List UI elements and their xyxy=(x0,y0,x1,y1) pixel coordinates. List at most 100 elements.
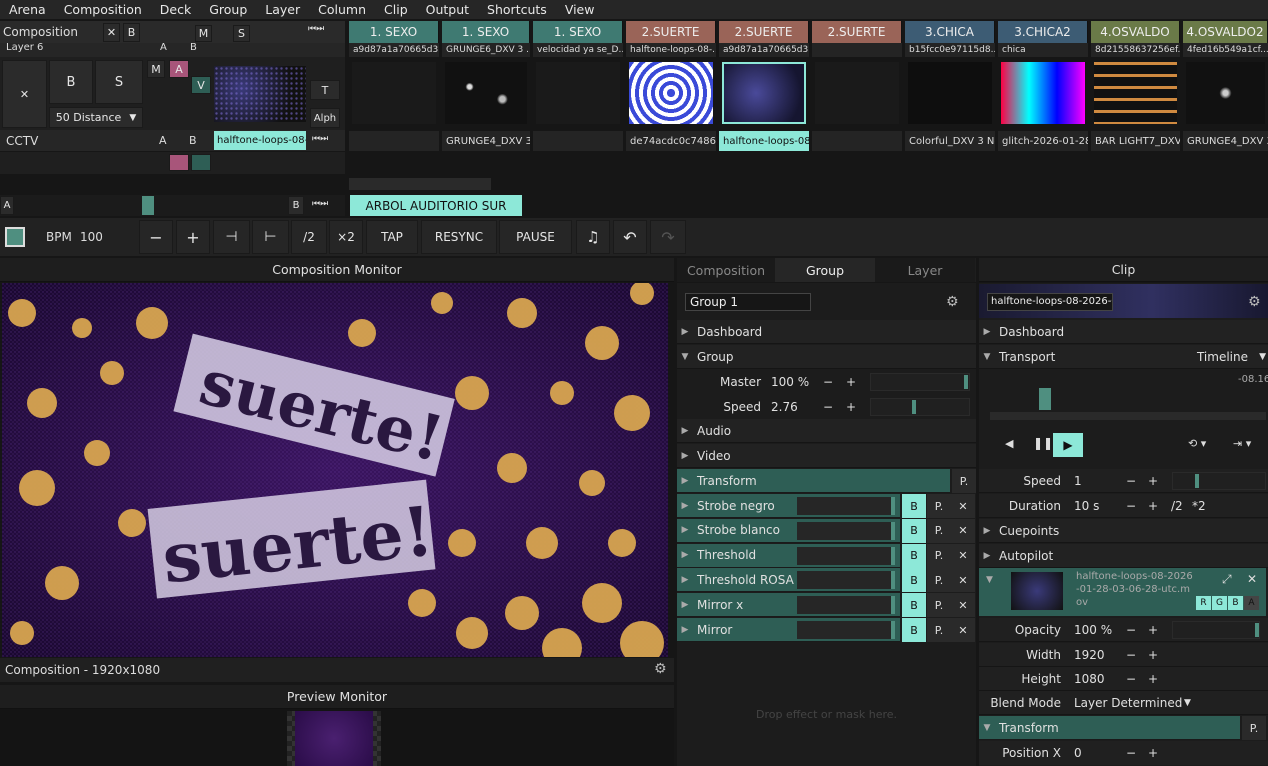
clip-name-7[interactable]: Colorful_DXV 3 No... xyxy=(905,131,995,151)
tap-button[interactable]: TAP xyxy=(366,220,418,254)
effect-preset-button[interactable]: P. xyxy=(927,494,951,518)
bpm-half-button[interactable]: /2 xyxy=(291,220,327,254)
opacity-value[interactable]: 100 % xyxy=(1074,623,1112,637)
tab-layer[interactable]: Layer xyxy=(875,258,975,282)
clip-transform-section[interactable]: ▼ Transform xyxy=(979,716,1240,740)
layer-transition-button[interactable]: T xyxy=(310,80,340,100)
bpm-plus-button[interactable]: + xyxy=(176,220,210,254)
position-x-value[interactable]: 0 xyxy=(1074,746,1082,760)
play-reverse-icon[interactable]: ◀ xyxy=(1005,437,1013,450)
clip-speed-minus[interactable]: − xyxy=(1126,474,1136,488)
clip-name-9[interactable]: BAR LIGHT7_DXV ... xyxy=(1091,131,1180,151)
effect-remove-button[interactable]: ✕ xyxy=(951,494,975,518)
clip-name-6[interactable] xyxy=(812,131,902,151)
bpm-minus-button[interactable]: − xyxy=(139,220,173,254)
column-header-3[interactable]: 1. SEXO xyxy=(533,21,623,43)
crossfader-handle[interactable] xyxy=(142,196,154,215)
effect-bypass-button[interactable]: B xyxy=(902,518,926,543)
menu-deck[interactable]: Deck xyxy=(151,0,200,19)
top-clip-name-10[interactable]: 4fed16b549a1cf... xyxy=(1183,43,1268,57)
layer-v-button[interactable]: V xyxy=(191,76,211,94)
end-mode-icon[interactable]: ⇥ ▾ xyxy=(1233,437,1251,450)
autopilot-section[interactable]: ▶ Autopilot xyxy=(979,544,1268,568)
metronome-icon[interactable]: ♫ xyxy=(576,220,610,254)
position-x-minus[interactable]: − xyxy=(1126,746,1136,760)
effect-preset-button[interactable]: P. xyxy=(927,618,951,642)
effect-remove-button[interactable]: ✕ xyxy=(951,518,975,543)
composition-bypass-button[interactable]: B xyxy=(123,23,140,42)
column-header-9[interactable]: 4.OSVALDO xyxy=(1091,21,1180,43)
clip-thumbnail-6[interactable] xyxy=(815,62,899,124)
effect-opacity-slider[interactable] xyxy=(797,596,895,615)
column-header-4[interactable]: 2.SUERTE xyxy=(626,21,716,43)
clip-name-3[interactable] xyxy=(533,131,623,151)
speed-slider-handle[interactable] xyxy=(912,400,917,414)
opacity-plus[interactable]: + xyxy=(1148,623,1158,637)
effect-remove-button[interactable]: ✕ xyxy=(951,618,975,642)
layer-distance-dropdown[interactable]: 50 Distance ▼ xyxy=(49,107,143,128)
chevron-down-icon[interactable]: ▼ xyxy=(1184,698,1191,708)
clip-transform-preset[interactable]: P. xyxy=(1242,716,1266,740)
nudge-right-icon[interactable]: ⊢ xyxy=(252,220,289,254)
layer-mute-button[interactable]: M xyxy=(147,60,165,78)
effect-bypass-button[interactable]: B xyxy=(902,543,926,568)
master-slider-handle[interactable] xyxy=(964,375,969,389)
layer-b-label[interactable]: B xyxy=(189,134,197,147)
layer-solo-button[interactable]: S xyxy=(95,60,143,104)
top-clip-name-9[interactable]: 8d21558637256ef... xyxy=(1091,43,1180,57)
effect-preset-button[interactable]: P. xyxy=(927,568,951,593)
menu-arena[interactable]: Arena xyxy=(0,0,55,19)
master-minus[interactable]: − xyxy=(823,375,833,389)
clip-thumbnail-7[interactable] xyxy=(908,62,992,124)
clip-speed-plus[interactable]: + xyxy=(1148,474,1158,488)
layer-a-label[interactable]: A xyxy=(159,134,167,147)
clip-gear-icon[interactable]: ⚙ xyxy=(1248,294,1261,310)
group-group-section[interactable]: ▼ Group xyxy=(677,345,976,369)
speed-slider[interactable] xyxy=(870,398,970,416)
layer-clip-name[interactable]: halftone-loops-08-... xyxy=(214,131,306,150)
composition-close-button[interactable]: ✕ xyxy=(103,23,120,42)
clip-thumbnail-8[interactable] xyxy=(1001,62,1085,124)
effect-preset-button[interactable]: P. xyxy=(927,543,951,568)
column-header-6[interactable]: 2.SUERTE xyxy=(812,21,902,43)
tab-group[interactable]: Group xyxy=(775,258,875,282)
clip-thumbnail-4[interactable] xyxy=(629,62,713,124)
clip-thumbnail-1[interactable] xyxy=(352,62,436,124)
layer-name[interactable]: CCTV xyxy=(6,134,38,148)
effect-remove-button[interactable]: ✕ xyxy=(951,593,975,618)
clip-speed-slider[interactable] xyxy=(1172,472,1266,490)
gear-icon[interactable]: ⚙ xyxy=(654,661,667,677)
close-icon[interactable]: ✕ xyxy=(1247,572,1257,586)
group-dashboard-section[interactable]: ▶ Dashboard xyxy=(677,320,976,344)
opacity-slider[interactable] xyxy=(1172,621,1260,639)
clip-scrollbar[interactable] xyxy=(349,178,491,190)
layer-clear-button[interactable]: ✕ xyxy=(2,60,47,128)
transform-preset-button[interactable]: P. xyxy=(952,469,976,493)
nudge-left-icon[interactable]: ⊣ xyxy=(213,220,250,254)
clip-thumbnail-10[interactable] xyxy=(1186,62,1265,124)
clip-thumbnail-3[interactable] xyxy=(536,62,620,124)
clip-thumbnail-9[interactable] xyxy=(1094,62,1177,124)
effect-bypass-button[interactable]: B xyxy=(902,618,926,642)
layer-bypass-button[interactable]: B xyxy=(49,60,93,104)
video-section[interactable]: ▶ Video xyxy=(677,444,976,468)
effect-opacity-slider[interactable] xyxy=(797,497,895,515)
next-layer-a-button[interactable] xyxy=(169,154,189,171)
column-header-2[interactable]: 1. SEXO xyxy=(442,21,530,43)
menu-group[interactable]: Group xyxy=(200,0,256,19)
column-header-1[interactable]: 1. SEXO xyxy=(349,21,439,43)
menu-shortcuts[interactable]: Shortcuts xyxy=(478,0,556,19)
effect-remove-button[interactable]: ✕ xyxy=(951,568,975,593)
menu-view[interactable]: View xyxy=(556,0,604,19)
effect-opacity-slider[interactable] xyxy=(797,621,895,639)
effect-preset-button[interactable]: P. xyxy=(927,593,951,618)
undo-icon[interactable]: ↶ xyxy=(613,220,647,254)
chevron-down-icon[interactable]: ▼ xyxy=(986,575,993,585)
top-clip-name-3[interactable]: velocidad ya se_D... xyxy=(533,43,623,57)
bpm-value[interactable]: 100 xyxy=(80,230,103,244)
layer-alpha-button[interactable]: Alph xyxy=(310,108,340,128)
top-clip-name-6[interactable] xyxy=(812,43,902,57)
layer6-label[interactable]: Layer 6 xyxy=(6,42,43,53)
width-plus[interactable]: + xyxy=(1148,648,1158,662)
tab-composition[interactable]: Composition xyxy=(677,258,775,282)
